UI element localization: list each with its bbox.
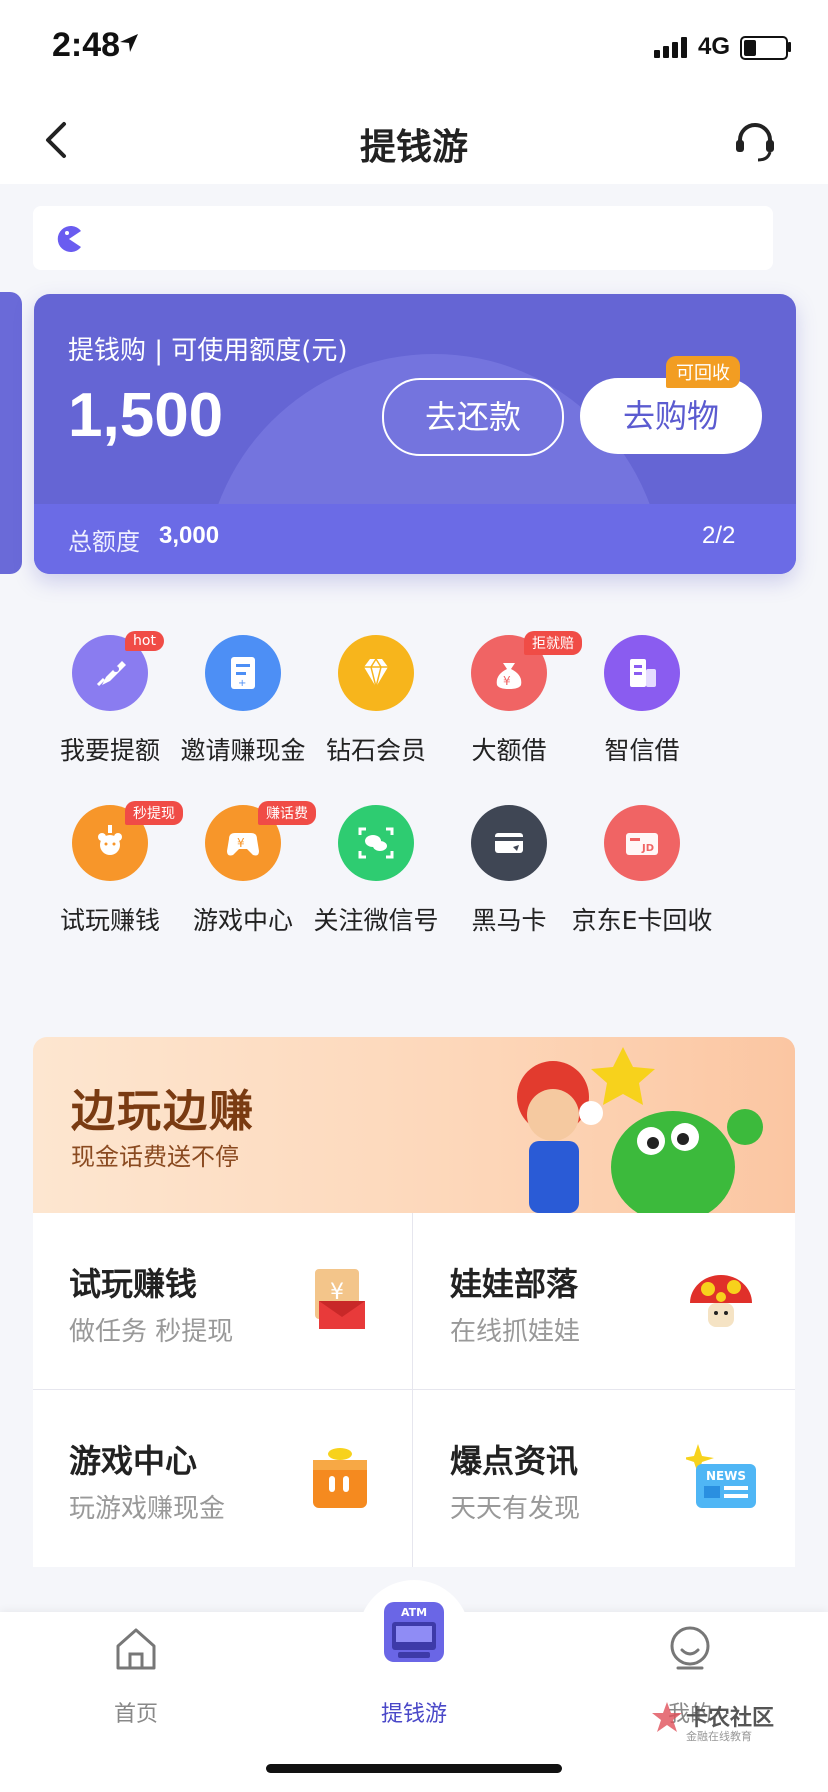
network-type: 4G bbox=[698, 33, 731, 60]
tile-subtitle: 在线抓娃娃 bbox=[450, 1317, 581, 1347]
tile-game-center[interactable]: 游戏中心 玩游戏赚现金 bbox=[33, 1390, 413, 1566]
profile-icon bbox=[670, 1626, 710, 1670]
tile-title: 爆点资讯 bbox=[450, 1442, 579, 1480]
tab-label: 提钱游 bbox=[380, 1702, 447, 1727]
atm-icon: ATM bbox=[384, 1602, 444, 1662]
battery-tip bbox=[788, 42, 791, 52]
svg-text:¥: ¥ bbox=[503, 674, 511, 688]
promo-banner[interactable]: 边玩边赚 现金话费送不停 bbox=[33, 1037, 795, 1213]
recyclable-badge: 可回收 bbox=[666, 356, 740, 388]
available-credit-amount: 1,500 bbox=[68, 381, 224, 450]
tile-doll-tribe[interactable]: 娃娃部落 在线抓娃娃 bbox=[414, 1213, 794, 1389]
grid-item-badge: 秒提现 bbox=[125, 801, 183, 825]
battery-icon bbox=[740, 36, 788, 60]
svg-text:¥: ¥ bbox=[237, 836, 245, 850]
grid-item-badge: hot bbox=[125, 631, 164, 651]
mushroom-icon bbox=[690, 1275, 752, 1327]
tile-subtitle: 做任务 秒提现 bbox=[69, 1317, 234, 1347]
jd-card-icon: JD bbox=[604, 805, 680, 881]
grid-item-label: 智信借 bbox=[604, 736, 680, 765]
card-icon bbox=[471, 805, 547, 881]
tile-title: 游戏中心 bbox=[69, 1442, 198, 1480]
shop-button[interactable]: 去购物 bbox=[580, 378, 762, 454]
building-icon bbox=[604, 635, 680, 711]
tile-title: 娃娃部落 bbox=[450, 1265, 579, 1303]
signal-icon bbox=[654, 37, 687, 58]
watermark-subtext: 金融在线教育 bbox=[686, 1730, 752, 1743]
card-footer bbox=[34, 504, 796, 574]
news-label: NEWS bbox=[706, 1469, 746, 1483]
pacman-icon bbox=[57, 226, 81, 252]
home-icon bbox=[116, 1628, 156, 1670]
tile-trial-earn[interactable]: 试玩赚钱 做任务 秒提现 ¥ bbox=[33, 1213, 413, 1389]
repay-button[interactable]: 去还款 bbox=[382, 378, 564, 456]
banner-title: 边玩边赚 bbox=[71, 1086, 255, 1137]
atm-label: ATM bbox=[401, 1606, 427, 1619]
news-icon: NEWS bbox=[686, 1444, 756, 1508]
credit-card: 提钱购 | 可使用额度(元) 1,500 去还款 去购物 可回收 总额度 3,0… bbox=[34, 294, 796, 574]
invite-icon: + bbox=[205, 635, 281, 711]
game-characters-illustration bbox=[517, 1047, 763, 1213]
banner-subtitle: 现金话费送不停 bbox=[71, 1143, 239, 1171]
feature-tiles: 试玩赚钱 做任务 秒提现 ¥ 娃娃部落 在线抓娃娃 游戏中心 玩游戏赚现金 爆点… bbox=[33, 1213, 795, 1567]
total-credit-label: 总额度 bbox=[68, 528, 140, 556]
wechat-icon bbox=[338, 805, 414, 881]
grid-item-label: 京东E卡回收 bbox=[571, 906, 713, 935]
notice-bar[interactable] bbox=[33, 206, 773, 270]
home-indicator bbox=[266, 1764, 562, 1773]
watermark-logo-icon bbox=[652, 1702, 682, 1732]
tab-label: 首页 bbox=[113, 1702, 158, 1727]
card-page-indicator: 2/2 bbox=[702, 522, 736, 549]
red-envelope-icon: ¥ bbox=[315, 1269, 365, 1329]
total-credit-value: 3,000 bbox=[159, 522, 220, 549]
tile-subtitle: 玩游戏赚现金 bbox=[69, 1494, 226, 1524]
location-arrow-icon bbox=[120, 34, 138, 52]
gift-box-icon bbox=[313, 1448, 367, 1508]
tile-subtitle: 天天有发现 bbox=[450, 1494, 581, 1524]
tile-title: 试玩赚钱 bbox=[69, 1265, 198, 1303]
diamond-icon bbox=[338, 635, 414, 711]
svg-text:JD: JD bbox=[641, 843, 654, 854]
headset-icon[interactable] bbox=[730, 116, 780, 166]
grid-item-badge: 拒就赔 bbox=[524, 631, 582, 655]
status-time: 2:48 bbox=[52, 26, 121, 64]
svg-text:+: + bbox=[238, 678, 246, 689]
tile-hot-news[interactable]: 爆点资讯 天天有发现 NEWS bbox=[414, 1390, 794, 1566]
grid-item-badge: 赚话费 bbox=[258, 801, 316, 825]
page-title: 提钱游 bbox=[359, 127, 468, 168]
previous-card-edge[interactable] bbox=[0, 292, 22, 574]
available-credit-label: 提钱购 | 可使用额度(元) bbox=[68, 336, 348, 366]
